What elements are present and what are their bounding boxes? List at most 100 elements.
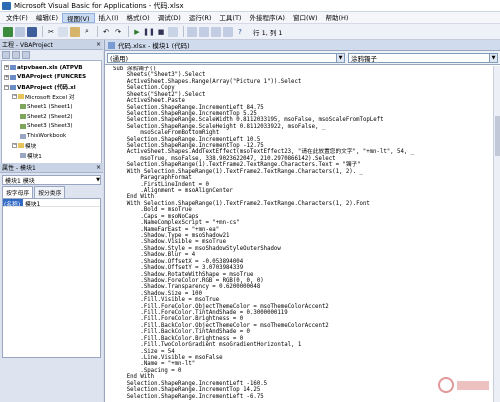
module-icon <box>20 114 26 119</box>
watermark-circle <box>437 377 454 393</box>
menu-item[interactable]: 运行(R) <box>185 13 216 23</box>
properties-tabs: 按字母序 按分类序 <box>0 186 103 198</box>
properties-pane-header: 属性 - 模块1 × <box>0 163 103 173</box>
tree-node[interactable]: ThisWorkbook <box>20 133 66 140</box>
menu-item[interactable]: 窗口(W) <box>289 13 322 23</box>
vba-editor-window: Microsoft Visual Basic for Applications … <box>0 0 500 402</box>
code-window: 代码.xlsx - 模块1 (代码) (通用) ▼ 涂鸦镯子 ▼ Sub 涂鸦镯… <box>104 40 500 402</box>
insert-module-icon[interactable] <box>15 26 25 37</box>
project-explorer-icon[interactable] <box>187 26 197 37</box>
tree-node-label: VBAProject (代码.xl <box>17 85 76 92</box>
procedure-combo[interactable]: 涂鸦镯子 ▼ <box>348 52 498 63</box>
folder-icon <box>18 143 24 149</box>
object-browser-icon[interactable] <box>211 26 221 37</box>
tree-node-label: Sheet3 (Sheet3) <box>27 123 73 130</box>
toolbar-separator <box>183 26 184 37</box>
properties-window-icon[interactable] <box>199 26 209 37</box>
toolbar-separator <box>128 26 129 37</box>
module-icon <box>20 133 26 139</box>
tree-node-label: Sheet2 (Sheet2) <box>27 113 73 120</box>
expand-icon[interactable]: + <box>4 74 9 80</box>
tree-node[interactable]: − Microsoft Excel 对 <box>12 93 75 101</box>
property-key: (名称) <box>3 199 23 208</box>
tree-node[interactable]: + atpvbaen.xls (ATPVB <box>4 64 83 71</box>
code-window-header: 代码.xlsx - 模块1 (代码) <box>105 40 500 51</box>
view-object-icon[interactable] <box>12 51 20 59</box>
menu-bar: 文件(F) 编辑(E) 视图(V) 插入(I) 格式(O) 调试(D) 运行(R) 工具(T)… <box>0 12 500 24</box>
toggle-folders-icon[interactable] <box>22 51 30 59</box>
tree-node[interactable]: Sheet1 (Sheet1) <box>20 103 73 110</box>
toolbox-icon[interactable] <box>223 26 233 37</box>
paste-icon[interactable] <box>70 26 80 37</box>
close-icon[interactable]: × <box>95 41 102 48</box>
code-editor[interactable]: Sub 涂鸦镯子() Sheets("Sheet3").Select Activ… <box>113 66 487 400</box>
copy-icon[interactable] <box>58 26 68 37</box>
view-code-icon[interactable] <box>2 51 10 59</box>
tree-node-label: ThisWorkbook <box>27 133 67 140</box>
scrollbar-thumb[interactable] <box>495 116 500 156</box>
module-icon <box>20 153 26 159</box>
tree-node[interactable]: Sheet3 (Sheet3) <box>20 123 73 130</box>
property-row[interactable]: (名称) 模块1 <box>3 199 100 208</box>
undo-icon[interactable]: ↶ <box>101 27 111 37</box>
tree-node-label: 模块 <box>25 143 37 150</box>
title-bar: Microsoft Visual Basic for Applications … <box>0 0 500 12</box>
watermark-logo <box>434 374 492 396</box>
tree-node[interactable]: + VBAProject (FUNCRES <box>4 74 86 81</box>
toolbar-separator <box>97 26 98 37</box>
properties-pane-title: 属性 - 模块1 <box>2 165 36 172</box>
tab-categorized[interactable]: 按分类序 <box>34 186 66 198</box>
save-icon[interactable] <box>27 26 37 37</box>
module-icon <box>20 104 26 110</box>
design-mode-icon[interactable] <box>168 26 178 37</box>
redo-icon[interactable]: ↷ <box>113 27 123 37</box>
menu-item[interactable]: 工具(T) <box>215 13 245 23</box>
tree-node[interactable]: − 模块 <box>12 142 37 150</box>
property-value[interactable]: 模块1 <box>23 199 40 208</box>
find-icon[interactable]: ⌕ <box>82 27 92 37</box>
object-selector-value: 模块1 模块 <box>5 177 35 185</box>
vba-app-icon <box>2 1 11 10</box>
tab-alphabetic[interactable]: 按字母序 <box>2 186 34 198</box>
reset-icon[interactable]: ■ <box>156 27 166 37</box>
menu-item[interactable]: 编辑(E) <box>32 13 62 23</box>
collapse-icon[interactable]: − <box>4 84 9 90</box>
run-icon[interactable]: ▶ <box>132 27 142 37</box>
break-icon[interactable]: ❚❚ <box>143 27 155 37</box>
project-icon <box>10 65 16 70</box>
view-excel-icon[interactable] <box>3 26 13 37</box>
window-title: Microsoft Visual Basic for Applications … <box>14 1 184 10</box>
tree-node-label: Sheet1 (Sheet1) <box>27 103 73 110</box>
project-toolbar <box>0 50 103 60</box>
tree-node-label: Microsoft Excel 对 <box>25 94 75 101</box>
menu-item[interactable]: 插入(I) <box>95 13 123 23</box>
object-combo[interactable]: (通用) ▼ <box>107 52 345 63</box>
object-selector[interactable]: 模块1 模块 ▼ <box>2 175 101 185</box>
expand-icon[interactable]: + <box>4 65 9 70</box>
collapse-icon[interactable]: − <box>12 94 17 100</box>
tree-node[interactable]: − VBAProject (代码.xl <box>4 84 76 91</box>
code-window-title: 代码.xlsx - 模块1 (代码) <box>118 42 190 50</box>
menu-item[interactable]: 帮助(H) <box>321 13 352 23</box>
cut-icon[interactable]: ✂ <box>46 27 56 37</box>
collapse-icon[interactable]: − <box>12 143 17 149</box>
tree-node-label: atpvbaen.xls (ATPVB <box>17 64 83 71</box>
project-pane-title: 工程 - VBAProject <box>2 42 53 49</box>
menu-item[interactable]: 文件(F) <box>2 13 32 23</box>
close-icon[interactable]: × <box>95 164 102 171</box>
menu-item[interactable]: 视图(V) <box>62 12 95 23</box>
tree-node[interactable]: Sheet2 (Sheet2) <box>20 113 73 120</box>
menu-item[interactable]: 调试(D) <box>154 13 185 23</box>
menu-item[interactable]: 外接程序(A) <box>245 13 289 23</box>
procedure-combo-value: 涂鸦镯子 <box>351 54 377 63</box>
properties-grid: (名称) 模块1 <box>2 198 101 358</box>
vertical-scrollbar[interactable] <box>493 66 500 402</box>
tree-node-label: 模块1 <box>27 153 42 160</box>
chevron-down-icon[interactable]: ▼ <box>489 53 497 62</box>
module-icon <box>108 41 115 49</box>
tree-node[interactable]: 模块1 <box>20 152 42 160</box>
help-icon[interactable]: ? <box>235 27 245 37</box>
menu-item[interactable]: 格式(O) <box>123 13 154 23</box>
chevron-down-icon[interactable]: ▼ <box>336 53 344 62</box>
chevron-down-icon: ▼ <box>96 177 100 183</box>
